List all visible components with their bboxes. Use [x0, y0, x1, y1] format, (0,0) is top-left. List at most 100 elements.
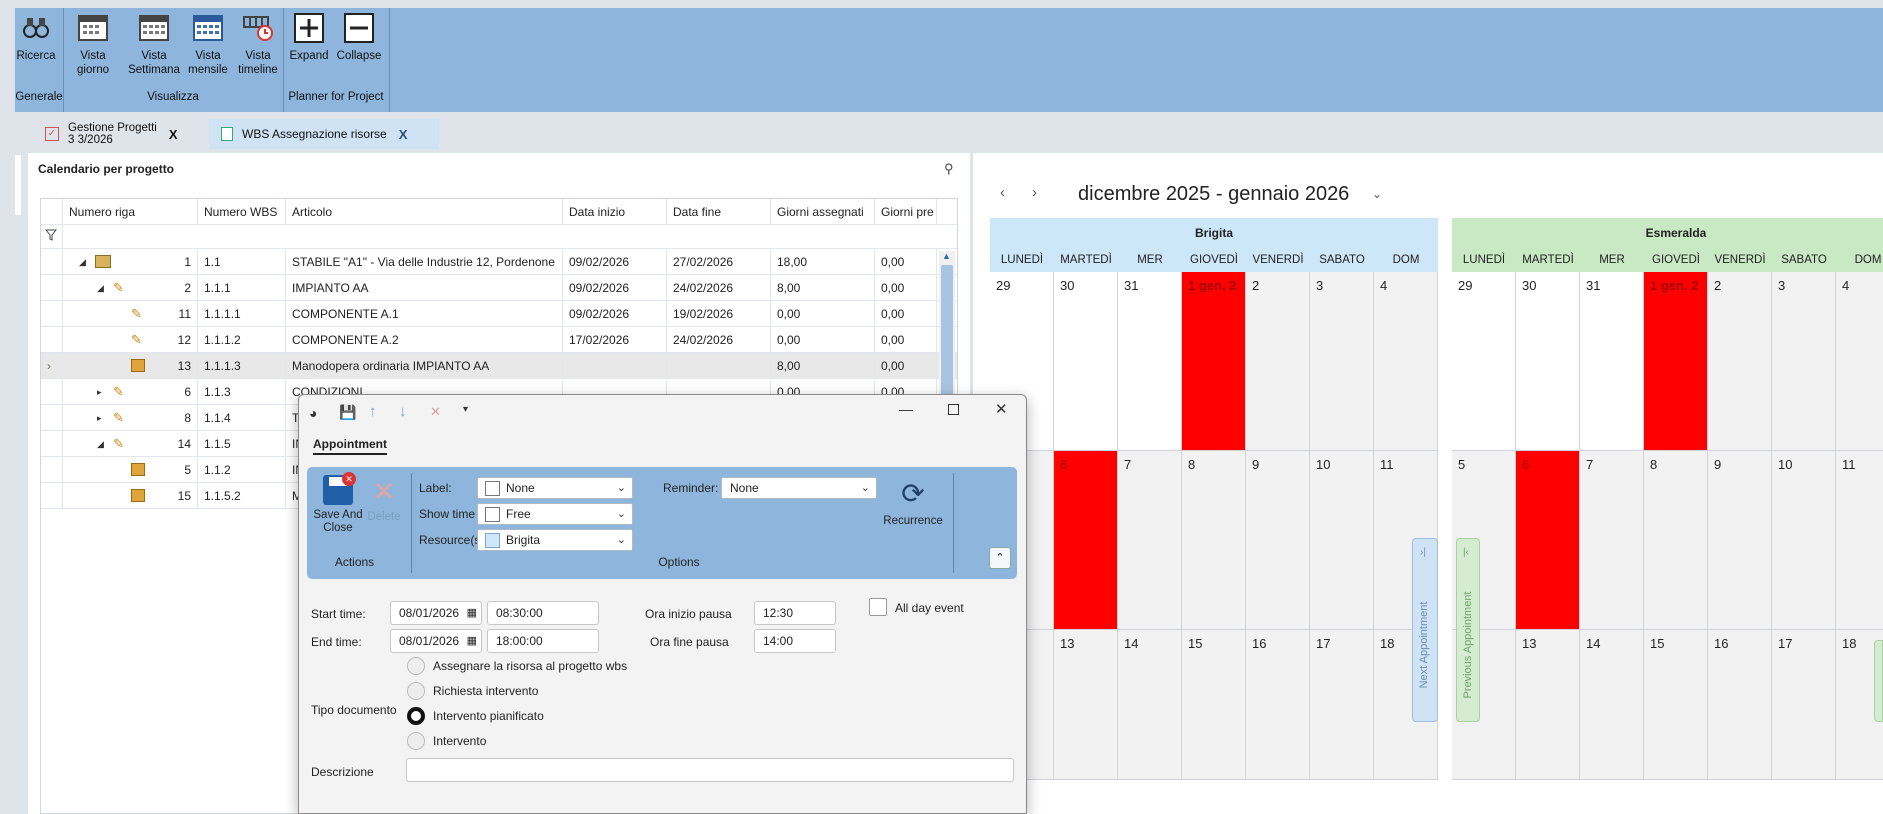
expander-icon[interactable]: ◢	[79, 249, 86, 275]
save-icon[interactable]: 💾	[339, 404, 356, 421]
prev-month-icon[interactable]: ‹	[1000, 184, 1005, 201]
start-time-field[interactable]: 08:30:00	[487, 601, 599, 625]
expander-icon[interactable]: ▸	[97, 405, 102, 431]
row-indicator[interactable]	[41, 483, 63, 509]
recurrence-button[interactable]: ⟳ Recurrence	[881, 479, 945, 528]
descrizione-field[interactable]	[406, 758, 1014, 782]
next-month-icon[interactable]: ›	[1032, 184, 1037, 201]
table-row[interactable]: ✎ 11 1.1.1.1 COMPONENTE A.1 09/02/2026 19/02/…	[41, 301, 957, 327]
delete-button[interactable]: ✕ Delete	[367, 477, 401, 524]
tab-appointment[interactable]: Appointment	[313, 437, 387, 455]
calendar-day-cell[interactable]: 16	[1708, 630, 1772, 780]
resources-combo[interactable]: Brigita ⌄	[477, 529, 633, 551]
timeline-view-button[interactable]: Vista timeline	[235, 8, 281, 88]
day-view-button[interactable]: Vista giorno	[71, 8, 115, 88]
row-indicator[interactable]	[41, 301, 63, 327]
expander-icon[interactable]: ◢	[97, 431, 104, 457]
calendar-day-cell[interactable]: 31	[1580, 272, 1644, 451]
calendar-day-cell[interactable]: 1 gen, 2	[1182, 272, 1246, 451]
calendar-day-cell[interactable]: 2	[1708, 272, 1772, 451]
calendar-day-cell[interactable]: 13	[1516, 630, 1580, 780]
calendar-day-cell[interactable]: 4	[1374, 272, 1438, 451]
calendar-day-cell[interactable]: 10	[1310, 451, 1374, 630]
calendar-day-cell[interactable]: 16	[1246, 630, 1310, 780]
row-indicator[interactable]: ›	[41, 353, 63, 379]
reminder-combo[interactable]: None ⌄	[721, 477, 877, 499]
previous-appointment-button[interactable]: |‹ Previous Appointment	[1456, 538, 1480, 722]
calendar-day-cell[interactable]: 14	[1118, 630, 1182, 780]
chevron-down-icon[interactable]: ⌄	[1372, 187, 1382, 201]
save-and-close-button[interactable]: ✕ Save And Close	[313, 472, 363, 545]
calendar-day-cell[interactable]: 8	[1182, 451, 1246, 630]
calendar-day-cell[interactable]: 30	[1054, 272, 1118, 451]
minimize-button[interactable]: —	[899, 401, 913, 417]
all-day-checkbox[interactable]	[869, 598, 887, 616]
row-indicator[interactable]	[41, 405, 63, 431]
calendar-icon[interactable]: ▦	[467, 602, 477, 624]
collapse-ribbon-button[interactable]: ⌃	[989, 547, 1011, 569]
row-indicator[interactable]	[41, 457, 63, 483]
calendar-day-cell[interactable]: 14	[1580, 630, 1644, 780]
calendar-day-cell[interactable]: 13	[1054, 630, 1118, 780]
calendar-day-cell[interactable]: 11	[1836, 451, 1883, 630]
calendar-day-cell[interactable]: 15	[1644, 630, 1708, 780]
col-giorni-assegnati[interactable]: Giorni assegnati	[771, 199, 875, 225]
week-view-button[interactable]: Vista Settimana	[125, 8, 183, 88]
calendar-day-cell[interactable]: 2	[1246, 272, 1310, 451]
calendar-icon[interactable]: ▦	[467, 630, 477, 652]
expander-icon[interactable]: ▸	[97, 379, 102, 405]
move-up-icon[interactable]: ↑	[369, 403, 377, 420]
delete-small-icon[interactable]: ✕	[430, 404, 441, 420]
row-indicator[interactable]	[41, 275, 63, 301]
col-numero-wbs[interactable]: Numero WBS	[198, 199, 286, 225]
table-row[interactable]: ◢ 1 1.1 STABILE "A1" - Via delle Industrie …	[41, 249, 957, 275]
calendar-day-cell[interactable]: 6	[1516, 451, 1580, 630]
calendar-day-cell[interactable]: 7	[1580, 451, 1644, 630]
customize-toolbar-icon[interactable]: ▾	[463, 404, 468, 415]
radio-pianificato[interactable]	[407, 707, 425, 725]
next-appointment-edge[interactable]	[1874, 640, 1883, 722]
tab-wbs-assegnazione[interactable]: WBS Assegnazione risorse X	[209, 119, 439, 149]
row-indicator[interactable]	[41, 379, 63, 405]
month-view-button[interactable]: Vista mensile	[185, 8, 231, 88]
expand-button[interactable]: Expand	[287, 8, 331, 88]
start-date-field[interactable]: 08/01/2026 ▦	[390, 601, 482, 625]
end-time-field[interactable]: 18:00:00	[487, 629, 599, 653]
show-time-combo[interactable]: Free ⌄	[477, 503, 633, 525]
tab-gestione-progetti[interactable]: ✓ Gestione Progetti 3 3/2026 X	[45, 119, 205, 149]
scroll-up-icon[interactable]: ▲	[942, 251, 951, 261]
col-articolo[interactable]: Articolo	[286, 199, 563, 225]
calendar-day-cell[interactable]: 17	[1310, 630, 1374, 780]
calendar-day-cell[interactable]: 9	[1246, 451, 1310, 630]
filter-icon[interactable]	[41, 225, 63, 249]
search-button[interactable]: Ricerca	[15, 8, 57, 88]
label-combo[interactable]: None ⌄	[477, 477, 633, 499]
col-numero-riga[interactable]: Numero riga	[63, 199, 198, 225]
calendar-day-cell[interactable]: 8	[1644, 451, 1708, 630]
calendar-day-cell[interactable]: 29	[1452, 272, 1516, 451]
calendar-day-cell[interactable]: 30	[1516, 272, 1580, 451]
close-tab-button[interactable]: X	[169, 127, 178, 142]
close-dialog-button[interactable]: ✕	[995, 400, 1008, 418]
table-row[interactable]: ✎ 12 1.1.1.2 COMPONENTE A.2 17/02/2026 24/02/…	[41, 327, 957, 353]
calendar-day-cell[interactable]: 6	[1054, 451, 1118, 630]
radio-assegnare[interactable]	[407, 657, 425, 675]
collapse-button[interactable]: Collapse	[333, 8, 385, 88]
calendar-day-cell[interactable]: 4	[1836, 272, 1883, 451]
pause-start-field[interactable]: 12:30	[754, 601, 836, 625]
col-data-inizio[interactable]: Data inizio	[563, 199, 667, 225]
row-indicator[interactable]	[41, 327, 63, 353]
table-row[interactable]: ◢ ✎ 2 1.1.1 IMPIANTO AA 09/02/2026 24/02/2026 8…	[41, 275, 957, 301]
calendar-day-cell[interactable]: 10	[1772, 451, 1836, 630]
col-giorni-pre[interactable]: Giorni pre	[875, 199, 937, 225]
close-tab-button[interactable]: X	[399, 127, 408, 142]
move-down-icon[interactable]: ↓	[399, 403, 407, 420]
next-appointment-button[interactable]: ›| Next Appointment	[1412, 538, 1438, 722]
row-indicator[interactable]	[41, 249, 63, 275]
calendar-day-cell[interactable]: 1 gen, 2	[1644, 272, 1708, 451]
calendar-day-cell[interactable]: 9	[1708, 451, 1772, 630]
calendar-day-cell[interactable]: 3	[1310, 272, 1374, 451]
calendar-day-cell[interactable]: 15	[1182, 630, 1246, 780]
calendar-day-cell[interactable]: 17	[1772, 630, 1836, 780]
col-data-fine[interactable]: Data fine	[667, 199, 771, 225]
